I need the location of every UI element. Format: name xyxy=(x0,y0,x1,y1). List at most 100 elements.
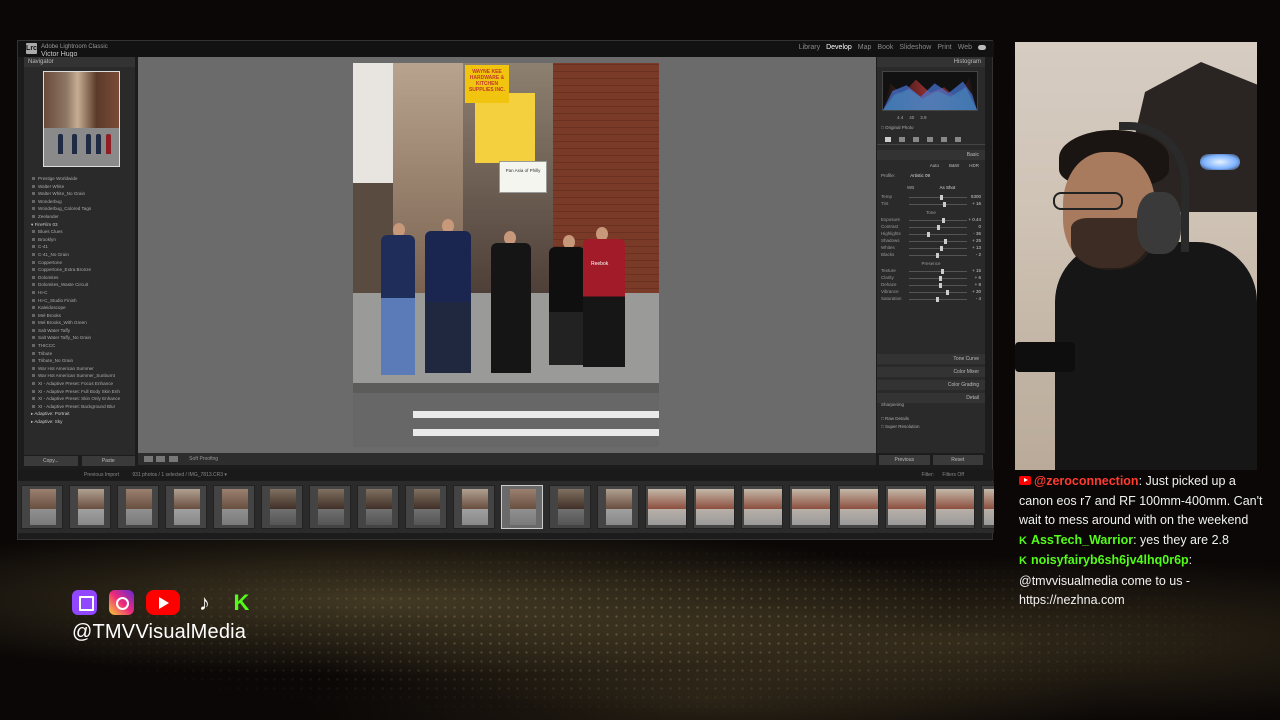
treatment-option[interactable]: B&W xyxy=(949,163,959,168)
filmstrip-thumbnail[interactable] xyxy=(933,485,975,529)
reset-button[interactable]: Reset xyxy=(932,455,983,465)
preset-item[interactable]: Salt Water Taffy xyxy=(28,327,130,335)
section-color-grading[interactable]: Color Grading xyxy=(877,380,985,390)
slider-track[interactable] xyxy=(909,285,967,286)
histogram-header[interactable]: Histogram xyxy=(877,57,985,67)
slider-vibrance[interactable]: Vibrance + 30 xyxy=(877,289,985,296)
slider-value[interactable]: - 4 xyxy=(976,296,981,301)
image-canvas[interactable]: WAYNE KEE HARDWARE & KITCHEN SUPPLIES IN… xyxy=(138,57,876,453)
preset-item[interactable]: Coppertone xyxy=(28,259,130,267)
filmstrip-thumbnail[interactable] xyxy=(165,485,207,529)
preset-item[interactable]: C-41_No Grain xyxy=(28,251,130,259)
presets-tool-icon[interactable] xyxy=(955,137,961,142)
preset-item[interactable]: XI - Adaptive Preset: Background Blur xyxy=(28,403,130,411)
preset-item[interactable]: Kaleidoscope xyxy=(28,304,130,312)
module-slideshow[interactable]: Slideshow xyxy=(899,44,931,51)
preset-item[interactable]: Blues Clues xyxy=(28,228,130,236)
slider-value[interactable]: + 6 xyxy=(975,275,981,280)
preset-item[interactable]: HI-C_Studio Finish xyxy=(28,297,130,305)
module-develop[interactable]: Develop xyxy=(826,44,852,51)
treatment-option[interactable]: Auto xyxy=(930,163,939,168)
slider-track[interactable] xyxy=(909,292,967,293)
preset-item[interactable]: Zeelander xyxy=(28,213,130,221)
filmstrip-thumbnail[interactable] xyxy=(693,485,735,529)
preset-item[interactable]: Dolomites xyxy=(28,274,130,282)
slider-tint[interactable]: Tint + 16 xyxy=(877,201,985,208)
filmstrip-thumbnail[interactable] xyxy=(501,485,543,529)
slider-value[interactable]: - 2 xyxy=(976,252,981,257)
slider-value[interactable]: + 30 xyxy=(972,289,981,294)
preset-item[interactable]: War Hot American Summer_Sunburnt xyxy=(28,372,130,380)
module-library[interactable]: Library xyxy=(799,44,820,51)
slider-knob[interactable] xyxy=(936,253,940,258)
slider-saturation[interactable]: Saturation - 4 xyxy=(877,296,985,303)
filmstrip-thumbnail[interactable] xyxy=(741,485,783,529)
slider-knob[interactable] xyxy=(926,232,930,237)
copy-button[interactable]: Copy... xyxy=(24,456,78,466)
super-resolution-checkbox[interactable]: □ Super Resolution xyxy=(881,423,920,431)
module-map[interactable]: Map xyxy=(858,44,872,51)
raw-details-checkbox[interactable]: □ Raw Details xyxy=(881,415,920,423)
slider-shadows[interactable]: Shadows + 25 xyxy=(877,238,985,245)
filmstrip-thumbnail[interactable] xyxy=(213,485,255,529)
preset-group[interactable]: ▾ FireFilm 03 xyxy=(28,221,130,229)
slider-exposure[interactable]: Exposure + 0.44 xyxy=(877,217,985,224)
slider-blacks[interactable]: Blacks - 2 xyxy=(877,252,985,259)
basic-header[interactable]: Basic xyxy=(877,150,985,160)
slider-knob[interactable] xyxy=(941,218,945,223)
slider-contrast[interactable]: Contrast 0 xyxy=(877,224,985,231)
preset-item[interactable]: Mel Brooks xyxy=(28,312,130,320)
preset-item[interactable]: HI-C xyxy=(28,289,130,297)
preset-item[interactable]: Tribute_No Grain xyxy=(28,357,130,365)
paste-button[interactable]: Paste xyxy=(81,456,135,466)
slider-clarity[interactable]: Clarity + 6 xyxy=(877,275,985,282)
preset-item[interactable]: Mel Brooks_With Green xyxy=(28,319,130,327)
slider-texture[interactable]: Texture + 15 xyxy=(877,268,985,275)
filmstrip-thumbnail[interactable] xyxy=(261,485,303,529)
slider-knob[interactable] xyxy=(935,297,939,302)
preset-item[interactable]: Brooklyn xyxy=(28,236,130,244)
preset-item[interactable]: C-41 xyxy=(28,243,130,251)
slider-knob[interactable] xyxy=(945,290,949,295)
filmstrip-source[interactable]: Previous Import xyxy=(84,472,119,478)
filmstrip-thumbnail[interactable] xyxy=(597,485,639,529)
compare-view-icon[interactable] xyxy=(168,456,178,462)
mask-tool-icon[interactable] xyxy=(927,137,933,142)
navigator-preview[interactable] xyxy=(43,71,120,167)
preset-group[interactable]: ▸ Adaptive: Portrait xyxy=(28,410,130,418)
filmstrip-thumbnail[interactable] xyxy=(789,485,831,529)
slider-value[interactable]: + 16 xyxy=(972,201,981,206)
slider-temp[interactable]: Temp 5300 xyxy=(877,194,985,201)
slider-knob[interactable] xyxy=(940,246,944,251)
slider-value[interactable]: + 15 xyxy=(972,268,981,273)
original-photo-toggle[interactable]: □ Original Photo xyxy=(881,125,913,130)
loupe-view-icon[interactable] xyxy=(144,456,153,462)
slider-knob[interactable] xyxy=(939,283,943,288)
filmstrip-thumbnail[interactable] xyxy=(453,485,495,529)
preset-item[interactable]: Walter White_No Grain xyxy=(28,190,130,198)
preset-item[interactable]: Tribute xyxy=(28,350,130,358)
before-after-icon[interactable] xyxy=(156,456,166,462)
soft-proofing-label[interactable]: Soft Proofing xyxy=(189,456,218,462)
profile-row[interactable]: Profile: Artistic 09 xyxy=(877,171,985,180)
slider-knob[interactable] xyxy=(943,239,947,244)
preset-item[interactable]: Coppertone_Extra Bronze xyxy=(28,266,130,274)
slider-value[interactable]: + 25 xyxy=(972,238,981,243)
filmstrip-thumbnail[interactable] xyxy=(885,485,927,529)
navigator-header[interactable]: Navigator xyxy=(24,57,135,67)
slider-knob[interactable] xyxy=(942,202,946,207)
slider-value[interactable]: 5300 xyxy=(971,194,981,199)
slider-knob[interactable] xyxy=(941,269,945,274)
slider-track[interactable] xyxy=(909,220,967,221)
filmstrip-thumbnail[interactable] xyxy=(69,485,111,529)
section-color-mixer[interactable]: Color Mixer xyxy=(877,367,985,377)
filmstrip-thumbnail[interactable] xyxy=(309,485,351,529)
filter-value[interactable]: Filters Off xyxy=(942,472,964,478)
slider-value[interactable]: + 13 xyxy=(972,245,981,250)
slider-track[interactable] xyxy=(909,271,967,272)
redeye-tool-icon[interactable] xyxy=(941,137,947,142)
preset-item[interactable]: Wonderbug_Colored Tags xyxy=(28,205,130,213)
preset-item[interactable]: Walter White xyxy=(28,183,130,191)
slider-value[interactable]: + 0.44 xyxy=(968,217,981,222)
preset-item[interactable]: Dolomites_Waste Circuit xyxy=(28,281,130,289)
